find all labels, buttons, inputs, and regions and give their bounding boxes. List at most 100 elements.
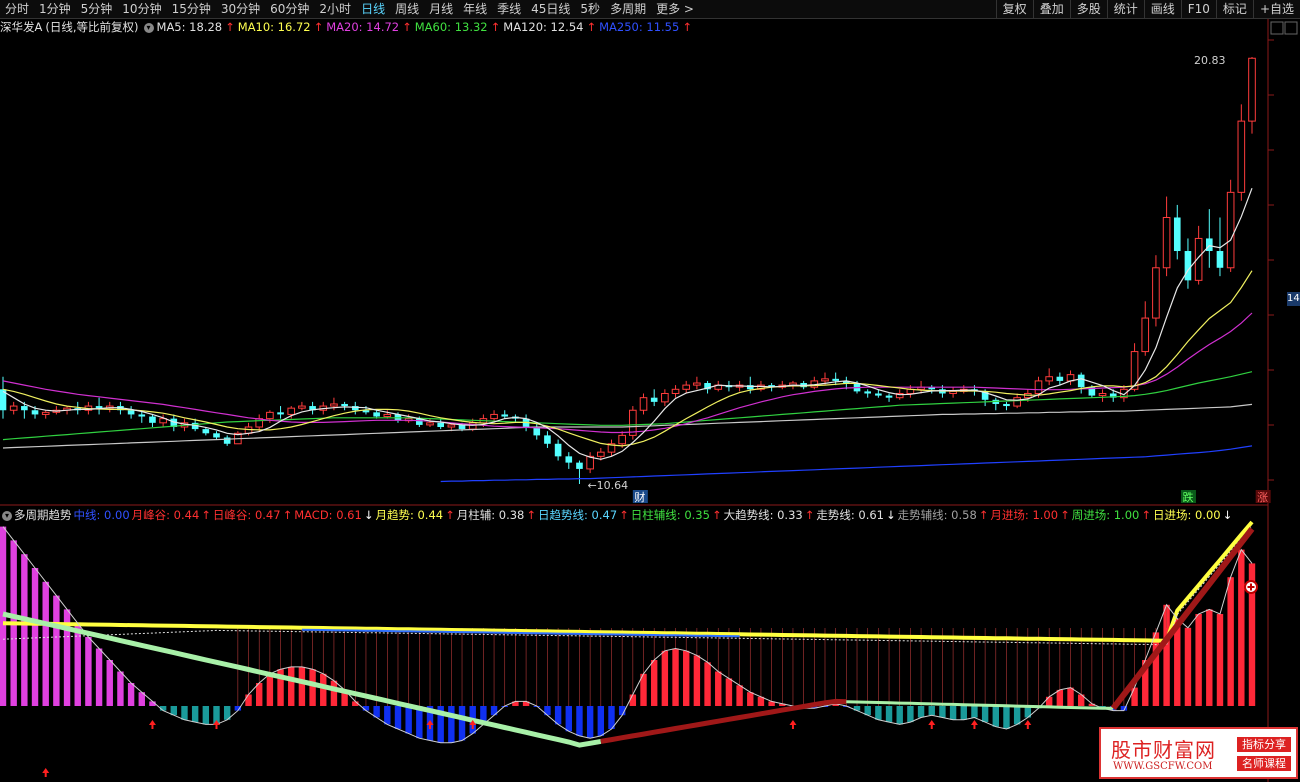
big-trend-line-up [600,698,847,744]
candle-body [597,451,605,457]
candle-body [149,416,156,423]
ma20-line [2,312,1253,434]
indicator-bar [971,706,978,718]
candle-body [1173,217,1181,252]
indicator-bar [981,706,989,723]
indicator-bar [1056,689,1064,706]
candle-body [41,411,50,415]
candle-body [490,413,498,420]
indicator-bar [1152,632,1160,706]
candle-body [832,378,839,381]
indicator-bar [650,660,658,706]
zhang-marker: 涨 [1257,491,1268,504]
indicator-bar [85,637,92,706]
month-trend-line [2,520,1254,643]
candle-body [223,437,231,444]
indicator-bar [672,648,679,706]
candle-body [1216,251,1224,268]
indicator-bar [1206,609,1213,706]
candle-body [21,406,28,411]
indicator-bar [917,706,925,718]
indicator-bar [1003,706,1010,729]
entry-arrow-icon [42,768,50,777]
candle-body [1013,397,1021,407]
candle-body [885,395,893,398]
candle-body [671,388,680,394]
candle-body [287,407,296,415]
indicator-bar [704,662,711,706]
low-price-label: ←10.64 [587,479,628,492]
candle-body [661,392,669,403]
indicator-bar [992,706,999,727]
candle-body [875,393,882,396]
indicator-bar [1216,614,1224,706]
candle-body [1077,374,1085,388]
entry-arrow-icon [928,720,936,729]
indicator-bar [1013,706,1021,725]
candle-body [138,414,146,417]
indicator-bar [725,678,733,706]
cai-marker: 财 [634,490,645,504]
candle-body [554,443,562,457]
candle-body [1248,57,1256,122]
indicator-bar [288,666,295,706]
indicator-bar [298,666,306,706]
candle-body [565,456,573,463]
candle-body [618,434,626,445]
indicator-bar [458,706,466,741]
candle-body [426,422,434,426]
indicator-bar [907,706,914,723]
indicator-bar [1238,549,1245,706]
watermark-url: WWW.GSCFW.COM [1113,761,1213,772]
candle-body [31,410,39,415]
indicator-bar [245,694,252,706]
indicator-bar [586,706,594,739]
candle-body [693,382,701,386]
candle-body [1003,403,1010,407]
candle-body [383,413,392,418]
indicator-bar [949,706,957,720]
indicator-bar [384,706,391,725]
indicator-bar [736,685,743,706]
kline-chart[interactable]: 20.83 ←10.64 财 跌 涨 [0,0,1300,782]
candle-body [447,424,456,428]
candle-body [1045,376,1053,382]
entry-arrow-icon [789,720,797,729]
candle-body [1184,251,1192,281]
indicator-bar [693,655,701,706]
candle-body [1141,317,1150,353]
indicator-bar [565,706,572,732]
indicator-bar [576,706,583,736]
entry-arrow-icon [148,720,156,729]
indicator-bar [715,671,722,706]
ma250-line [440,445,1253,483]
indicator-bar [448,706,455,743]
indicator-bar [939,706,946,718]
indicator-bar [256,683,263,706]
candle-body [9,405,18,411]
indicator-bar [202,706,210,725]
candle-body [373,412,380,417]
candle-body [1056,376,1064,381]
candle-body [682,384,691,390]
indicator-bar [95,648,103,706]
indicator-bar [1184,627,1192,706]
indicator-bar [1227,577,1234,706]
indicator-bar [597,706,605,736]
entry-arrow-icon [1024,720,1032,729]
candle-body [213,433,220,438]
candle-body [949,390,957,394]
entry-arrow-icon [970,720,978,729]
candle-body [650,397,658,402]
indicator-bar [1195,614,1202,706]
ma120-line [2,403,1253,449]
indicator-bar [42,581,49,706]
candle-body [298,405,306,409]
ma60-line [2,371,1253,441]
indicator-bar [629,694,637,706]
candle-body [266,411,274,420]
indicator-bar [1067,687,1074,706]
indicator-bar [896,706,903,725]
candle-body [544,435,551,444]
indicator-bar [31,568,39,706]
